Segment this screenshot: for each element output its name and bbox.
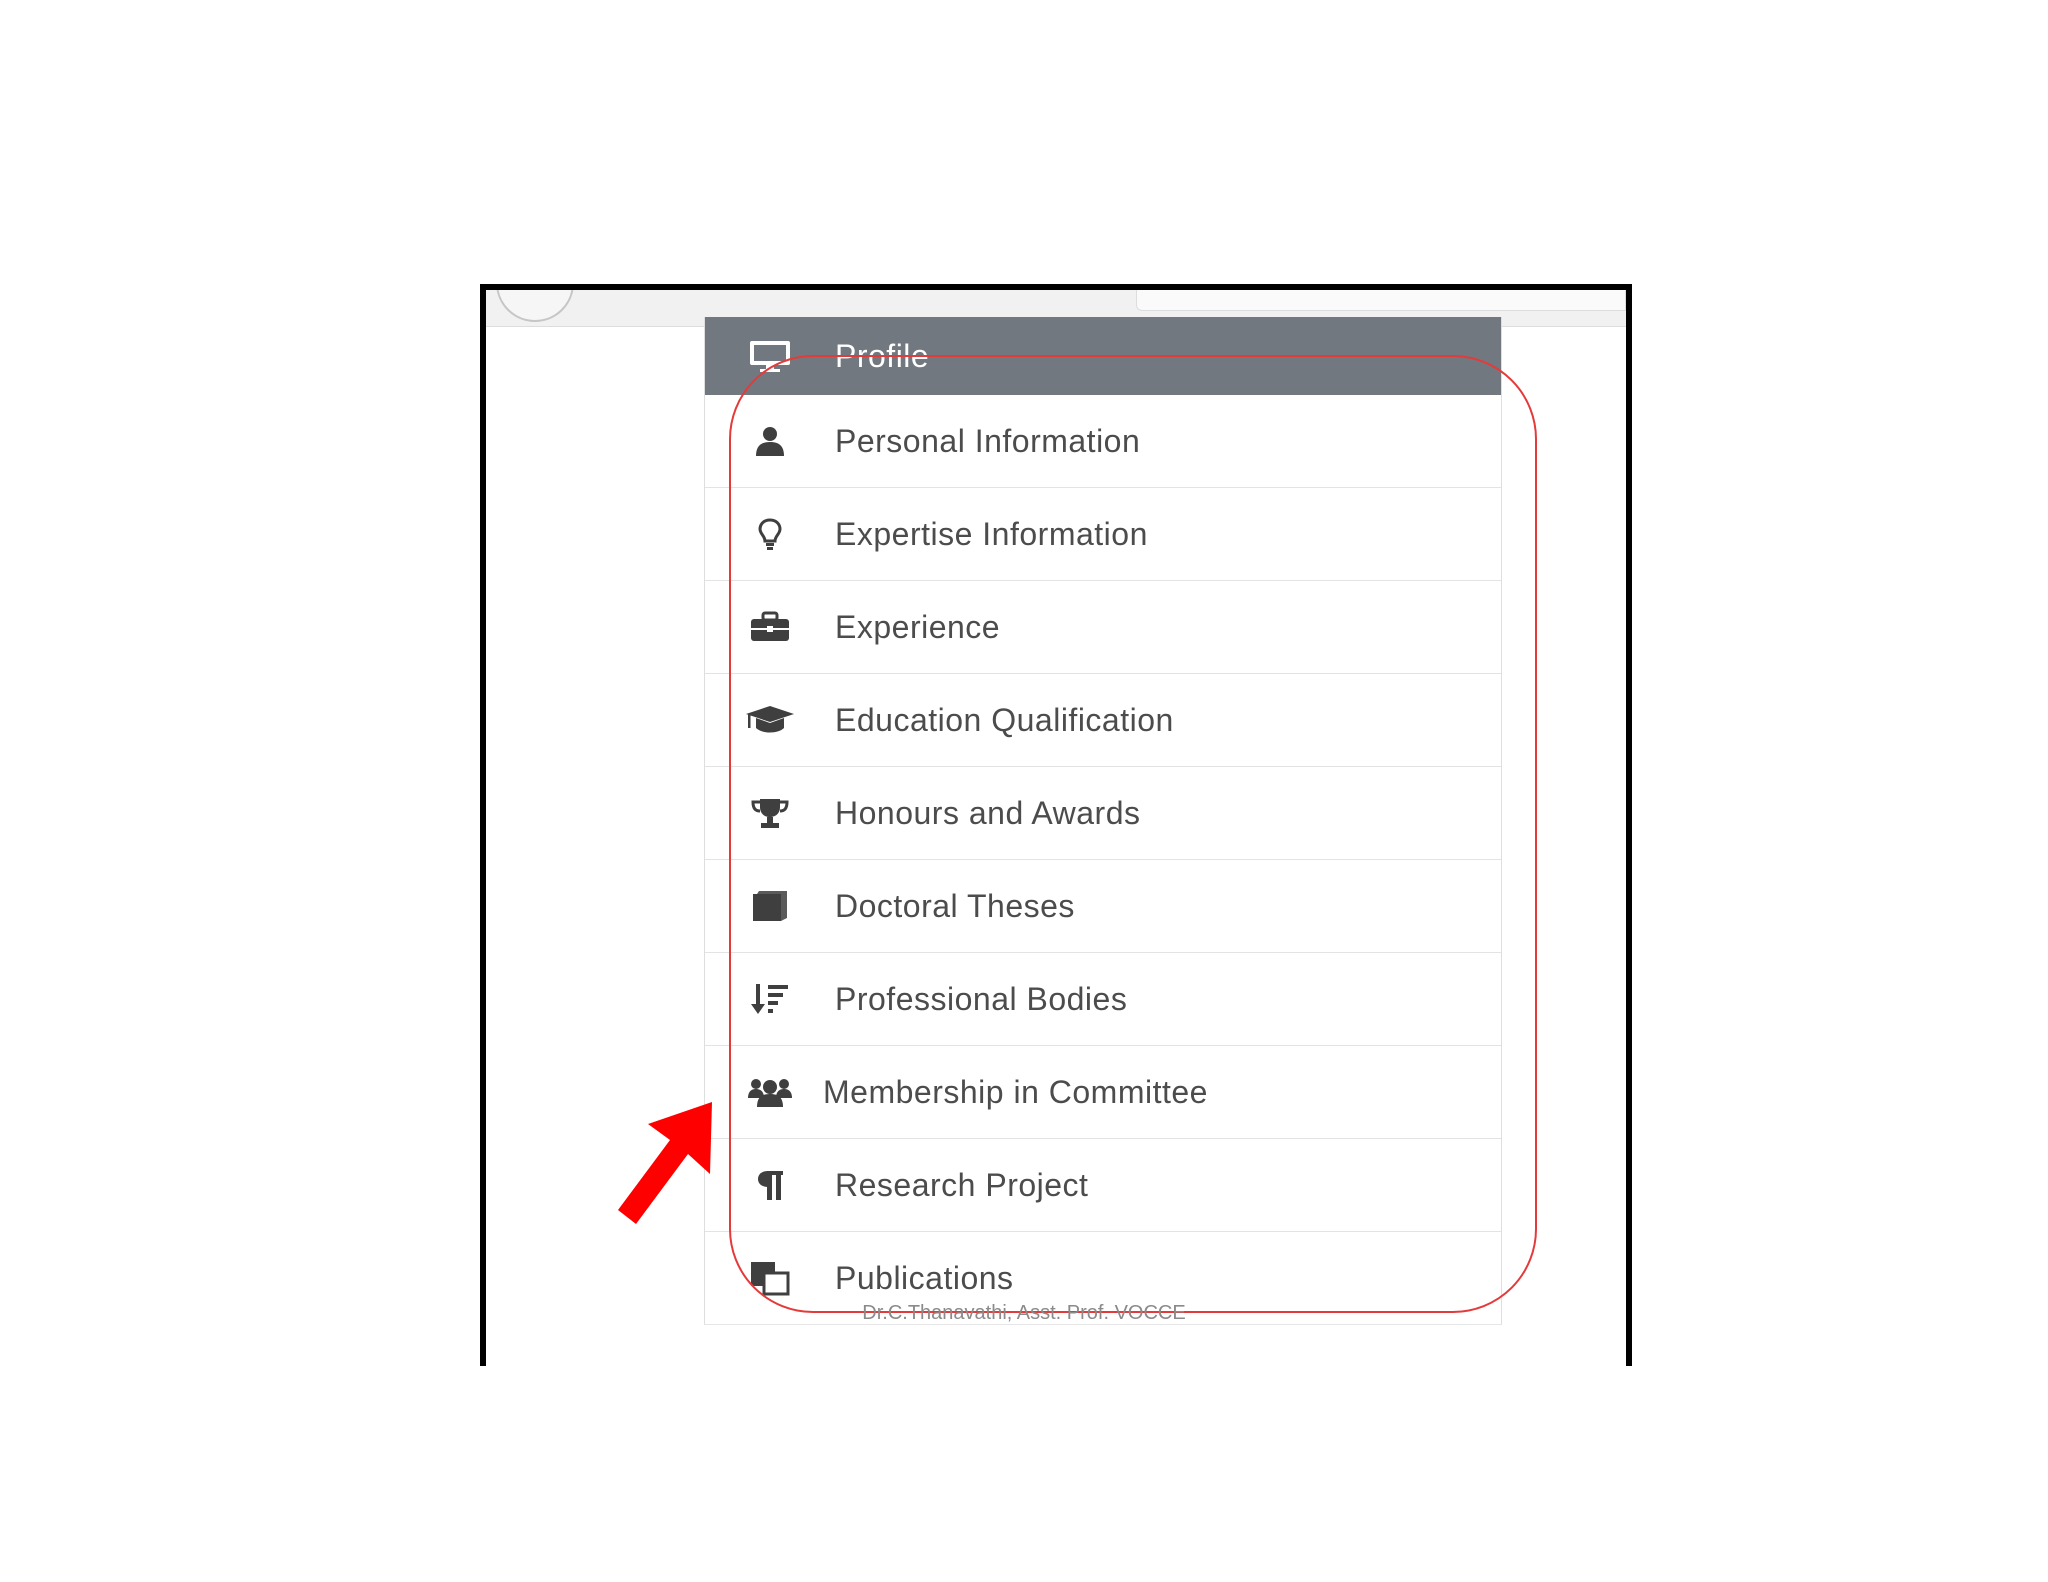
trophy-icon — [705, 797, 835, 829]
menu-header-profile[interactable]: Profile — [705, 317, 1501, 395]
menu-item-experience[interactable]: Experience — [705, 580, 1501, 673]
menu-item-education-qualification[interactable]: Education Qualification — [705, 673, 1501, 766]
lightbulb-icon — [705, 518, 835, 550]
menu-item-label: Membership in Committee — [823, 1073, 1208, 1110]
menu-header-label: Profile — [835, 337, 930, 374]
copy-icon — [705, 1260, 835, 1296]
pointer-arrow-icon — [618, 1102, 712, 1224]
menu-item-label: Education Qualification — [835, 701, 1174, 738]
menu-item-personal-information[interactable]: Personal Information — [705, 395, 1501, 487]
menu-item-research-project[interactable]: Research Project — [705, 1138, 1501, 1231]
browser-address-field[interactable] — [1136, 290, 1626, 311]
user-icon — [705, 426, 835, 456]
menu-item-professional-bodies[interactable]: Professional Bodies — [705, 952, 1501, 1045]
briefcase-icon — [705, 611, 835, 643]
menu-item-label: Honours and Awards — [835, 794, 1141, 831]
menu-item-label: Professional Bodies — [835, 980, 1128, 1017]
footer-credit: Dr.C.Thanavathi, Asst. Prof. VOCCE — [862, 1302, 1186, 1324]
browser-button[interactable] — [496, 290, 574, 322]
menu-item-honours-and-awards[interactable]: Honours and Awards — [705, 766, 1501, 859]
menu-item-label: Research Project — [835, 1166, 1089, 1203]
menu-item-expertise-information[interactable]: Expertise Information — [705, 487, 1501, 580]
monitor-icon — [705, 339, 835, 373]
profile-menu: Profile Personal Information Expertise I… — [704, 317, 1502, 1325]
menu-item-membership-in-committee[interactable]: Membership in Committee — [705, 1045, 1501, 1138]
menu-item-label: Publications — [835, 1259, 1014, 1296]
menu-item-label: Personal Information — [835, 422, 1141, 459]
paragraph-icon — [705, 1169, 835, 1201]
book-icon — [705, 889, 835, 923]
menu-item-label: Experience — [835, 608, 1001, 645]
users-icon — [705, 1076, 835, 1108]
menu-item-doctoral-theses[interactable]: Doctoral Theses — [705, 859, 1501, 952]
menu-item-label: Expertise Information — [835, 515, 1148, 552]
sort-amount-icon — [705, 982, 835, 1016]
graduation-cap-icon — [705, 704, 835, 736]
menu-item-label: Doctoral Theses — [835, 887, 1075, 924]
